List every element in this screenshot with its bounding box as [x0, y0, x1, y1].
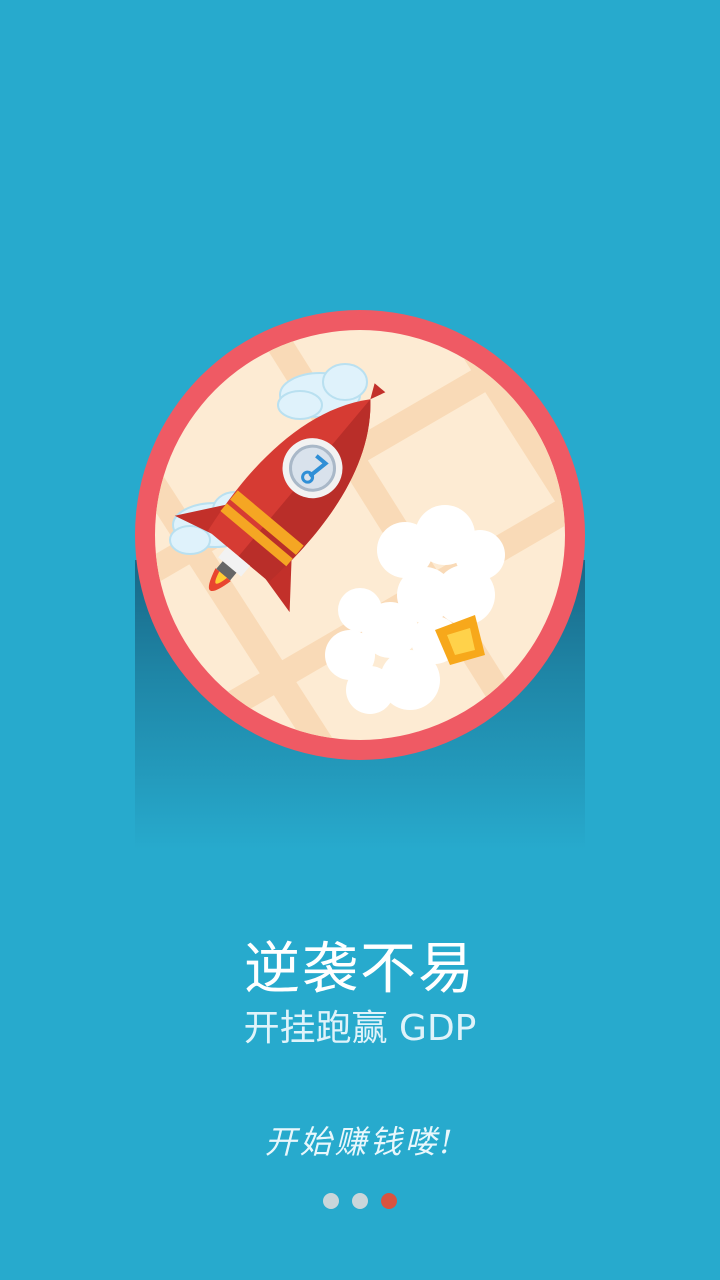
page-indicator — [0, 1193, 720, 1209]
rocket-illustration — [135, 310, 585, 760]
page-dot-1[interactable] — [323, 1193, 339, 1209]
onboarding-screen[interactable]: 逆袭不易 开挂跑赢 GDP 开始赚钱喽! — [0, 0, 720, 1280]
subheadline-text: 开挂跑赢 GDP — [243, 1008, 477, 1049]
start-earning-button[interactable]: 开始赚钱喽! — [0, 1118, 720, 1166]
page-dot-2[interactable] — [352, 1193, 368, 1209]
headline-text: 逆袭不易 — [244, 937, 476, 1002]
page-dot-3-active[interactable] — [381, 1193, 397, 1209]
